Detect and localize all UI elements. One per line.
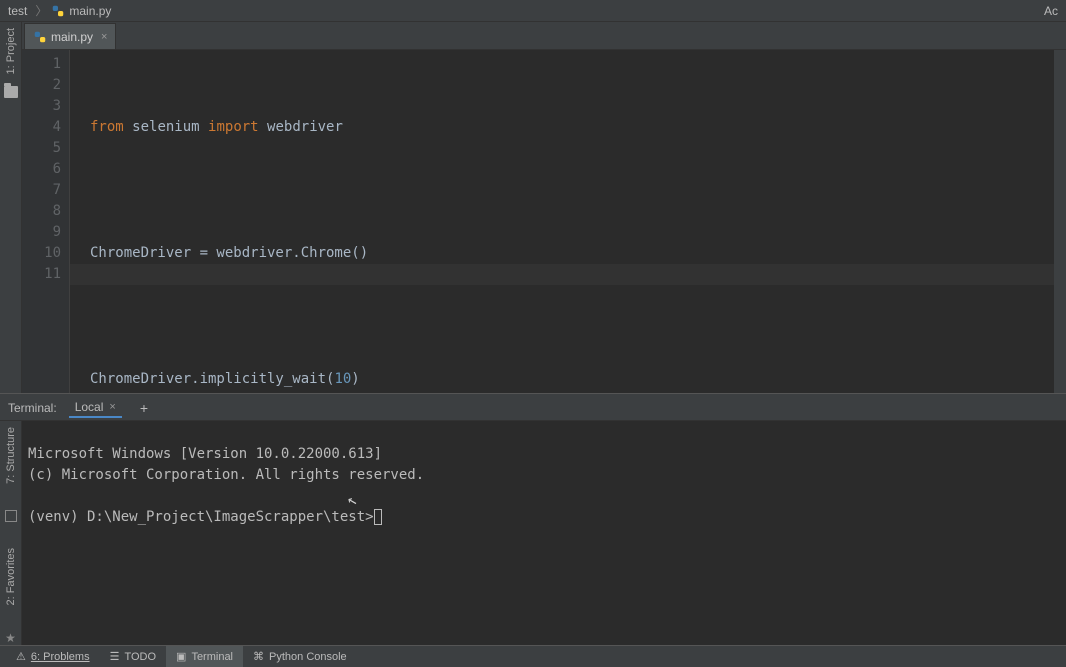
file-tab-label: main.py — [51, 30, 93, 44]
gutter-line-numbers: 1 2 3 4 5 6 7 8 9 10 11 — [22, 50, 70, 393]
problems-tool-button[interactable]: ⚠ 6: Problems — [6, 646, 100, 667]
left-toolwindow-bar: 1: Project — [0, 22, 22, 393]
bottom-toolwindow-bar: ⚠ 6: Problems ☰ TODO ▣ Terminal ⌘ Python… — [0, 645, 1066, 667]
python-file-icon — [33, 30, 47, 44]
terminal-tool-button[interactable]: ▣ Terminal — [166, 646, 243, 667]
terminal-line: Microsoft Windows [Version 10.0.22000.61… — [28, 444, 1060, 465]
top-right-text[interactable]: Ac — [1044, 4, 1058, 18]
breadcrumb-project[interactable]: test — [8, 4, 27, 18]
terminal-header: Terminal: Local × + — [0, 397, 1066, 421]
terminal-tab-local[interactable]: Local × — [69, 398, 122, 418]
breadcrumb: test 〉 main.py Ac — [0, 0, 1066, 22]
folder-icon — [4, 86, 18, 98]
terminal-panel: 7: Structure 2: Favorites ★ Microsoft Wi… — [0, 421, 1066, 645]
python-file-icon — [51, 4, 65, 18]
todo-tool-button[interactable]: ☰ TODO — [100, 646, 166, 667]
close-icon[interactable]: × — [109, 401, 115, 413]
close-icon[interactable]: × — [101, 31, 107, 43]
editor-tabs: main.py × — [22, 22, 1066, 50]
editor-scrollbar[interactable] — [1054, 50, 1066, 393]
add-terminal-button[interactable]: + — [136, 400, 152, 416]
project-tool-button[interactable]: 1: Project — [5, 28, 17, 74]
breadcrumb-file[interactable]: main.py — [69, 4, 111, 18]
structure-tool-button[interactable]: 7: Structure — [5, 427, 17, 484]
warning-icon: ⚠ — [16, 650, 26, 663]
list-icon: ☰ — [110, 650, 120, 663]
terminal-output[interactable]: Microsoft Windows [Version 10.0.22000.61… — [22, 421, 1066, 645]
terminal-title: Terminal: — [8, 401, 57, 415]
terminal-tab-label: Local — [75, 400, 104, 414]
editor-area: main.py × 1 2 3 4 5 6 7 8 9 10 11 from s… — [22, 22, 1066, 393]
python-icon: ⌘ — [253, 650, 264, 663]
favorites-tool-button[interactable]: 2: Favorites — [5, 548, 17, 605]
terminal-icon: ▣ — [176, 650, 186, 663]
code-editor[interactable]: 1 2 3 4 5 6 7 8 9 10 11 from selenium im… — [22, 50, 1066, 393]
code-body[interactable]: from selenium import webdriver ChromeDri… — [70, 50, 1066, 393]
file-tab-main[interactable]: main.py × — [24, 23, 116, 49]
structure-icon — [5, 510, 17, 522]
terminal-prompt: (venv) D:\New_Project\ImageScrapper\test… — [28, 509, 374, 525]
breadcrumb-separator: 〉 — [35, 2, 47, 19]
main-row: 1: Project main.py × 1 2 3 4 5 6 7 8 — [0, 22, 1066, 393]
left-toolwindow-bar-lower: 7: Structure 2: Favorites ★ — [0, 421, 22, 645]
python-console-tool-button[interactable]: ⌘ Python Console — [243, 646, 357, 667]
current-line-highlight — [70, 264, 1062, 285]
terminal-line: (c) Microsoft Corporation. All rights re… — [28, 465, 1060, 486]
terminal-cursor — [374, 509, 382, 525]
star-icon: ★ — [5, 631, 16, 645]
